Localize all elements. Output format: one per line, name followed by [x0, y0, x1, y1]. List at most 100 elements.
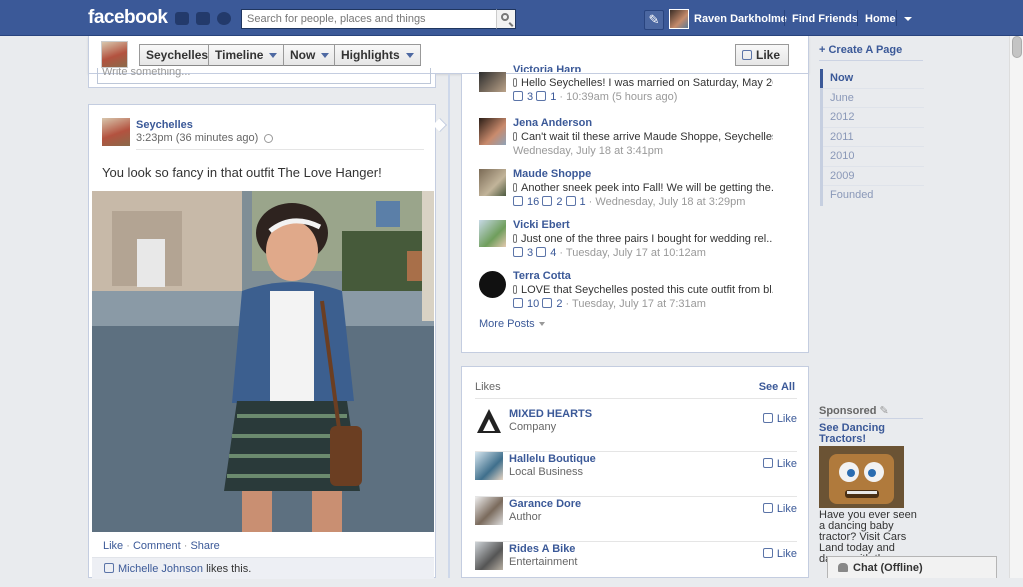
recent-post-avatar[interactable] — [479, 72, 506, 92]
create-page-link[interactable]: + Create A Page — [819, 44, 902, 56]
like-count[interactable]: 3 — [527, 91, 533, 103]
recent-post-item[interactable]: Victoria Harp Hello Seychelles! I was ma… — [479, 64, 809, 116]
account-menu-button[interactable] — [904, 0, 912, 36]
facebook-logo[interactable]: facebook — [88, 7, 168, 29]
recent-post-time[interactable]: Tuesday, July 17 at 7:31am — [572, 298, 706, 310]
comment-count[interactable]: 4 — [550, 247, 556, 259]
recent-post-avatar[interactable] — [479, 169, 506, 196]
like-button[interactable]: Like — [762, 458, 797, 470]
globe-icon — [264, 133, 274, 143]
recent-post-text-value: LOVE that Seychelles posted this cute ou… — [521, 284, 773, 296]
post-share-link[interactable]: Share — [190, 540, 219, 552]
recent-post-author[interactable]: Victoria Harp — [513, 64, 581, 72]
liked-page-name[interactable]: Hallelu Boutique — [509, 453, 596, 465]
comment-count[interactable]: 2 — [556, 298, 562, 310]
recent-post-author[interactable]: Jena Anderson — [513, 117, 592, 129]
recent-post-avatar[interactable] — [479, 118, 506, 145]
liked-page-item[interactable]: MIXED HEARTS Company Like — [475, 407, 797, 452]
recent-post-time[interactable]: Wednesday, July 18 at 3:29pm — [595, 196, 745, 208]
liked-page-item[interactable]: Garance Dore Author Like — [475, 497, 797, 542]
post-timestamp[interactable]: 3:23pm (36 minutes ago) — [136, 132, 274, 144]
post-author-link[interactable]: Seychelles — [136, 119, 193, 131]
year-link-june[interactable]: June — [823, 89, 924, 108]
recent-post-author[interactable]: Maude Shoppe — [513, 168, 591, 180]
timeline-spine — [448, 74, 450, 578]
timeline-dropdown[interactable]: Timeline — [208, 44, 285, 66]
nav-divider — [857, 10, 858, 26]
post-photo[interactable] — [92, 191, 434, 532]
recent-post-author[interactable]: Vicki Ebert — [513, 219, 570, 231]
chat-bar[interactable]: Chat (Offline) — [827, 556, 997, 578]
like-button[interactable]: Like — [762, 413, 797, 425]
share-count[interactable]: 1 — [580, 196, 586, 208]
ad-title-link[interactable]: See Dancing Tractors! — [819, 423, 909, 445]
recent-post-item[interactable]: Terra Cotta LOVE that Seychelles posted … — [479, 270, 809, 317]
page-name-button[interactable]: Seychelles — [139, 44, 216, 66]
liked-page-name[interactable]: Rides A Bike — [509, 543, 575, 555]
home-link[interactable]: Home — [865, 0, 896, 36]
recent-post-item[interactable]: Jena Anderson Can't wait til these arriv… — [479, 117, 809, 164]
recent-post-author[interactable]: Terra Cotta — [513, 270, 571, 282]
see-all-link[interactable]: See All — [759, 381, 795, 393]
like-count[interactable]: 10 — [527, 298, 539, 310]
liked-page-avatar[interactable] — [475, 542, 503, 570]
like-button[interactable]: Like — [762, 503, 797, 515]
liked-page-category: Author — [509, 511, 542, 523]
liked-page-item[interactable]: Hallelu Boutique Local Business Like — [475, 452, 797, 497]
highlights-dropdown[interactable]: Highlights — [334, 44, 421, 66]
user-avatar[interactable] — [669, 9, 689, 29]
year-link-2011[interactable]: 2011 — [823, 128, 924, 147]
spine-arrow — [432, 117, 448, 133]
liked-page-avatar[interactable] — [475, 452, 503, 480]
thumbs-up-icon — [513, 91, 523, 101]
recent-post-avatar[interactable] — [479, 220, 506, 247]
liked-page-name[interactable]: Garance Dore — [509, 498, 581, 510]
page-thumbnail[interactable] — [101, 41, 128, 68]
liked-page-avatar[interactable] — [475, 497, 503, 525]
post-comment-link[interactable]: Comment — [133, 540, 181, 552]
mixed-hearts-logo[interactable] — [475, 407, 503, 435]
recent-post-time[interactable]: Wednesday, July 18 at 3:41pm — [513, 145, 663, 157]
recent-post-item[interactable]: Vicki Ebert Just one of the three pairs … — [479, 219, 809, 266]
comment-count[interactable]: 2 — [556, 196, 562, 208]
year-link-now[interactable]: Now — [823, 69, 924, 89]
active-year-indicator — [820, 69, 823, 88]
more-posts-label: More Posts — [479, 318, 535, 330]
messages-icon[interactable] — [196, 12, 210, 25]
recent-post-item[interactable]: Maude Shoppe Another sneek peek into Fal… — [479, 168, 809, 215]
comment-count[interactable]: 1 — [550, 91, 556, 103]
recent-post-time[interactable]: 10:39am (5 hours ago) — [566, 91, 677, 103]
now-dropdown[interactable]: Now — [283, 44, 337, 66]
liker-link[interactable]: Michelle Johnson — [118, 563, 203, 575]
more-posts-link[interactable]: More Posts — [479, 318, 545, 330]
post-likes-summary: Michelle Johnson likes this. — [92, 557, 434, 579]
like-count[interactable]: 3 — [527, 247, 533, 259]
like-button[interactable]: Like — [762, 548, 797, 560]
post-author-avatar[interactable] — [102, 118, 130, 146]
recent-post-text: Hello Seychelles! I was married on Satur… — [513, 77, 773, 89]
like-count[interactable]: 16 — [527, 196, 539, 208]
scrollbar-thumb[interactable] — [1012, 36, 1022, 58]
year-link-2010[interactable]: 2010 — [823, 147, 924, 167]
likes-suffix: likes this. — [206, 563, 252, 575]
recent-post-time[interactable]: Tuesday, July 17 at 10:12am — [566, 247, 706, 259]
page-scrollbar[interactable] — [1009, 36, 1023, 578]
terra-cotta-logo[interactable] — [479, 271, 506, 298]
chevron-down-icon — [538, 322, 545, 327]
ad-image[interactable] — [819, 446, 904, 508]
year-link-2009[interactable]: 2009 — [823, 167, 924, 186]
find-friends-link[interactable]: Find Friends — [792, 0, 858, 36]
like-page-button[interactable]: Like — [735, 44, 789, 66]
friend-requests-icon[interactable] — [175, 12, 189, 25]
search-button[interactable] — [496, 9, 516, 29]
post-like-link[interactable]: Like — [103, 540, 123, 552]
year-link-2012[interactable]: 2012 — [823, 108, 924, 128]
notifications-icon[interactable] — [217, 12, 231, 25]
user-name-link[interactable]: Raven Darkholme — [694, 0, 787, 36]
composer-input[interactable]: Write something... — [97, 68, 431, 84]
liked-page-item[interactable]: Rides A Bike Entertainment Like — [475, 542, 797, 587]
liked-page-name[interactable]: MIXED HEARTS — [509, 408, 592, 420]
year-link-founded[interactable]: Founded — [823, 186, 924, 206]
search-input[interactable]: Search for people, places and things — [241, 9, 516, 29]
wrench-icon[interactable]: ✎ — [644, 10, 664, 30]
